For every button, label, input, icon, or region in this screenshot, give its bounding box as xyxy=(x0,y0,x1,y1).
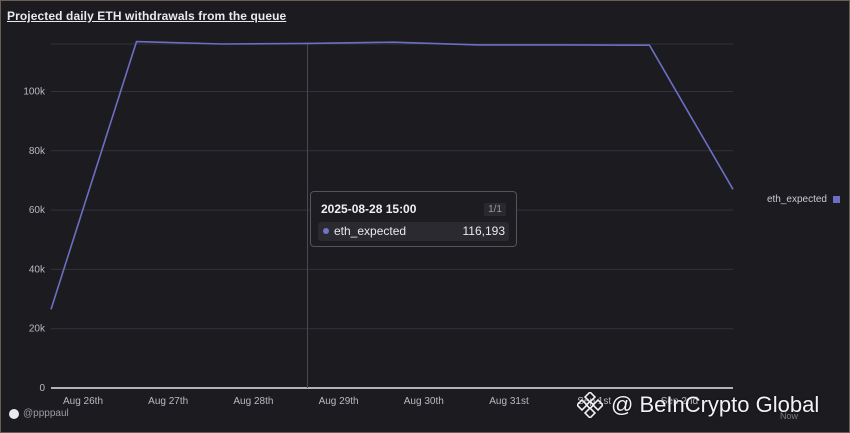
tooltip-row: eth_expected 116,193 xyxy=(318,222,509,241)
y-tick-label: 0 xyxy=(39,383,45,394)
data-point[interactable] xyxy=(49,307,53,311)
binance-logo-icon xyxy=(577,392,603,418)
watermark: @ BeInCrypto Global xyxy=(577,392,819,418)
x-tick-label: Aug 27th xyxy=(148,396,188,407)
data-point[interactable] xyxy=(135,40,139,44)
y-tick-label: 100k xyxy=(23,86,46,97)
tooltip-value: 116,193 xyxy=(462,224,506,238)
data-point[interactable] xyxy=(648,43,652,47)
legend-swatch-icon xyxy=(833,196,840,203)
y-tick-label: 80k xyxy=(29,146,46,157)
data-point[interactable] xyxy=(477,43,481,47)
data-point[interactable] xyxy=(731,187,735,191)
x-tick-label: Aug 29th xyxy=(319,396,359,407)
author-avatar-icon xyxy=(9,408,19,419)
x-tick-label: Aug 31st xyxy=(489,396,529,407)
y-tick-label: 20k xyxy=(29,324,46,335)
y-tick-label: 60k xyxy=(29,205,46,216)
tooltip-page-indicator: 1/1 xyxy=(484,203,506,216)
watermark-text: @ BeInCrypto Global xyxy=(611,392,820,417)
legend[interactable]: eth_expected xyxy=(767,194,840,205)
data-point[interactable] xyxy=(306,41,310,45)
y-tick-label: 40k xyxy=(29,264,46,275)
data-point[interactable] xyxy=(391,40,395,44)
series-dot-icon xyxy=(323,228,329,234)
x-tick-label: Aug 28th xyxy=(233,396,273,407)
x-tick-label: Aug 30th xyxy=(404,396,444,407)
author-credit[interactable]: @ppppaul xyxy=(9,408,69,419)
tooltip-series-name: eth_expected xyxy=(334,224,407,238)
author-handle: @ppppaul xyxy=(23,408,69,419)
legend-label: eth_expected xyxy=(766,194,827,205)
chart-tooltip: 2025-08-28 15:00 1/1 eth_expected 116,19… xyxy=(310,191,517,247)
data-point[interactable] xyxy=(220,42,224,46)
tooltip-timestamp: 2025-08-28 15:00 xyxy=(321,202,417,216)
data-point[interactable] xyxy=(562,43,566,47)
x-tick-label: Aug 26th xyxy=(63,396,103,407)
